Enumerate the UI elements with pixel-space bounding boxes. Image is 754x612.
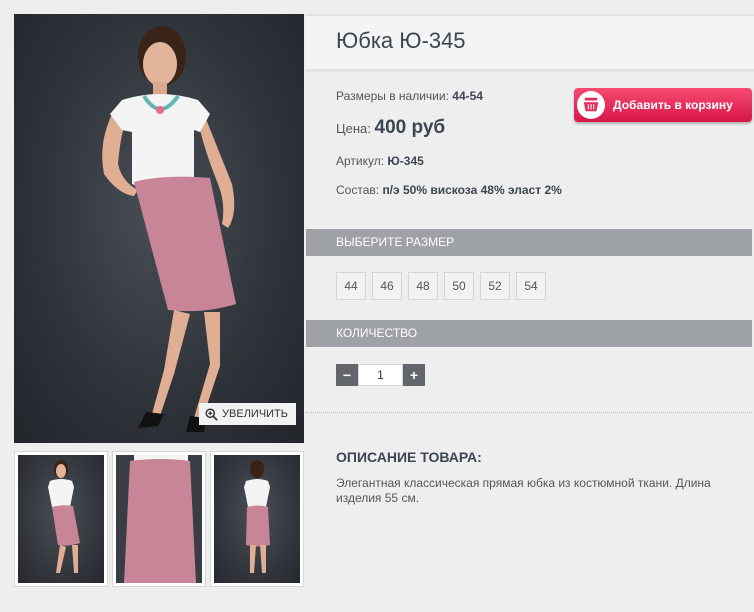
title-bar: Юбка Ю-345 xyxy=(306,14,754,72)
model-illustration xyxy=(102,26,236,432)
composition-value: п/э 50% вискоза 48% эласт 2% xyxy=(382,183,562,197)
add-to-cart-label: Добавить в корзину xyxy=(613,98,733,112)
thumbnail-skirt-closeup[interactable] xyxy=(112,451,206,587)
size-option-54[interactable]: 54 xyxy=(516,272,546,300)
composition-label: Состав: xyxy=(336,183,380,197)
sizes-available-label: Размеры в наличии: xyxy=(336,89,449,103)
size-option-50[interactable]: 50 xyxy=(444,272,474,300)
thumbnail-back[interactable] xyxy=(210,451,304,587)
thumbnail-strip xyxy=(14,451,304,587)
sizes-available-value: 44-54 xyxy=(452,89,483,103)
article-value: Ю-345 xyxy=(387,154,424,168)
quantity-input[interactable] xyxy=(358,364,403,386)
quantity-decrease-button[interactable]: − xyxy=(336,364,358,386)
price-value: 400 руб xyxy=(374,117,446,138)
composition: Состав: п/э 50% вискоза 48% эласт 2% xyxy=(336,183,572,198)
size-option-48[interactable]: 48 xyxy=(408,272,438,300)
quantity-increase-button[interactable]: + xyxy=(403,364,425,386)
size-option-46[interactable]: 46 xyxy=(372,272,402,300)
product-title: Юбка Ю-345 xyxy=(336,28,466,53)
thumbnail-front[interactable] xyxy=(14,451,108,587)
basket-icon xyxy=(577,91,605,119)
add-to-cart-button[interactable]: Добавить в корзину xyxy=(574,88,752,122)
zoom-label: УВЕЛИЧИТЬ xyxy=(222,408,288,420)
size-section-heading: ВЫБЕРИТЕ РАЗМЕР xyxy=(306,229,752,256)
quantity-section-heading: КОЛИЧЕСТВО xyxy=(306,320,752,347)
sizes-available: Размеры в наличии: 44-54 xyxy=(336,89,483,103)
price-label: Цена: xyxy=(336,121,371,136)
article: Артикул: Ю-345 xyxy=(336,154,424,168)
divider xyxy=(306,412,752,413)
zoom-button[interactable]: УВЕЛИЧИТЬ xyxy=(199,403,296,425)
magnifier-plus-icon xyxy=(205,407,218,421)
main-product-photo[interactable]: УВЕЛИЧИТЬ xyxy=(14,14,304,443)
article-label: Артикул: xyxy=(336,154,385,168)
thumbnail-skirt-image xyxy=(124,455,196,583)
price: Цена: 400 руб xyxy=(336,117,445,139)
description-heading: ОПИСАНИЕ ТОВАРА: xyxy=(336,449,482,465)
size-option-52[interactable]: 52 xyxy=(480,272,510,300)
size-option-44[interactable]: 44 xyxy=(336,272,366,300)
description-text: Элегантная классическая прямая юбка из к… xyxy=(336,476,711,505)
thumbnail-model-front-image xyxy=(48,460,80,573)
thumbnail-model-back-image xyxy=(244,460,270,573)
